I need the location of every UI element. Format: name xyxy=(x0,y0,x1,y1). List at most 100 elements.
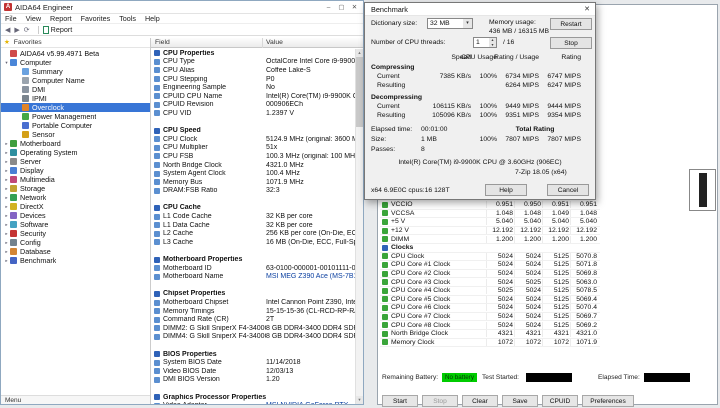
scrollbar-thumb[interactable] xyxy=(356,57,363,127)
sidebar-item-ipmi[interactable]: IPMI xyxy=(1,94,150,103)
sidebar-item-sensor[interactable]: Sensor xyxy=(1,130,150,139)
field-row[interactable]: Command Rate (CR) 2T xyxy=(151,315,355,324)
sidebar-item-multimedia[interactable]: ▸ Multimedia xyxy=(1,175,150,184)
field-row[interactable]: CPU Stepping P0 xyxy=(151,75,355,84)
expand-arrow-icon[interactable]: ▸ xyxy=(3,240,10,246)
menu-status-tab[interactable]: Menu xyxy=(1,395,150,404)
sidebar-item-dmi[interactable]: DMI xyxy=(1,85,150,94)
sidebar-item-summary[interactable]: Summary xyxy=(1,67,150,76)
sidebar-item-benchmark[interactable]: ▸ Benchmark xyxy=(1,256,150,265)
menu-file[interactable]: File xyxy=(5,14,17,24)
sidebar-item-devices[interactable]: ▸ Devices xyxy=(1,211,150,220)
field-row[interactable]: DIMM2: G Skill SniperX F4-3400C16-16...8… xyxy=(151,324,355,333)
field-row[interactable]: Motherboard Chipset Intel Cannon Point Z3… xyxy=(151,298,355,307)
forward-icon[interactable]: ▶ xyxy=(14,26,19,34)
preferences-button[interactable]: Preferences xyxy=(582,395,634,407)
expand-arrow-icon[interactable]: ▸ xyxy=(3,222,10,228)
sidebar-item-portable-computer[interactable]: Portable Computer xyxy=(1,121,150,130)
sidebar-item-config[interactable]: ▸ Config xyxy=(1,238,150,247)
sidebar-item-database[interactable]: ▸ Database xyxy=(1,247,150,256)
field-row[interactable]: CPUID Revision 000906ECh xyxy=(151,101,355,110)
dialog-titlebar[interactable]: Benchmark ✕ xyxy=(365,3,595,16)
section-header-row[interactable]: CPU Speed xyxy=(151,126,355,135)
menu-view[interactable]: View xyxy=(26,14,41,24)
start-button[interactable]: Start xyxy=(382,395,418,407)
minimize-button[interactable]: – xyxy=(322,2,335,13)
refresh-icon[interactable]: ⟳ xyxy=(24,26,30,34)
stepper-arrows[interactable]: ▲ ▼ xyxy=(489,38,496,47)
expand-arrow-icon[interactable]: ▸ xyxy=(3,231,10,237)
stop-button[interactable]: Stop xyxy=(422,395,458,407)
field-row[interactable]: L1 Code Cache 32 KB per core xyxy=(151,212,355,221)
expand-arrow-icon[interactable]: ▸ xyxy=(3,150,10,156)
sidebar-item-server[interactable]: ▸ Server xyxy=(1,157,150,166)
field-row[interactable]: DMI BIOS Version 1.20 xyxy=(151,376,355,385)
field-row[interactable]: CPU VID 1.2397 V xyxy=(151,109,355,118)
sidebar-item-display[interactable]: ▸ Display xyxy=(1,166,150,175)
sidebar-item-operating-system[interactable]: ▸ Operating System xyxy=(1,148,150,157)
sidebar-item-motherboard[interactable]: ▸ Motherboard xyxy=(1,139,150,148)
sidebar-item-aida64-v5-99-4971-beta[interactable]: AIDA64 v5.99.4971 Beta xyxy=(1,49,150,58)
field-row[interactable]: L2 Cache 256 KB per core (On-Die, ECC, Fu… xyxy=(151,229,355,238)
field-row[interactable]: CPUID CPU Name Intel(R) Core(TM) i9-9900K… xyxy=(151,92,355,101)
field-row[interactable]: DRAM:FSB Ratio 32:3 xyxy=(151,187,355,196)
close-button[interactable]: ✕ xyxy=(348,2,361,13)
field-row[interactable]: System BIOS Date 11/14/2018 xyxy=(151,358,355,367)
field-row[interactable]: CPU FSB 100.3 MHz (original: 100 MHz) xyxy=(151,152,355,161)
help-button[interactable]: Help xyxy=(485,184,527,196)
dialog-close-icon[interactable]: ✕ xyxy=(579,3,595,16)
sidebar-item-overclock[interactable]: Overclock xyxy=(1,103,150,112)
field-row[interactable]: Engineering Sample No xyxy=(151,83,355,92)
section-header-row[interactable]: Chipset Properties xyxy=(151,290,355,299)
menu-report[interactable]: Report xyxy=(50,14,72,24)
sidebar-item-software[interactable]: ▸ Software xyxy=(1,220,150,229)
combo-arrow-icon[interactable]: ▾ xyxy=(463,19,472,28)
scroll-down-icon[interactable]: ▼ xyxy=(356,396,363,404)
scroll-up-icon[interactable]: ▲ xyxy=(356,49,363,57)
section-header-row[interactable]: Motherboard Properties xyxy=(151,255,355,264)
menu-favorites[interactable]: Favorites xyxy=(81,14,111,24)
field-row[interactable]: CPU Type OctalCore Intel Core i9-9900K xyxy=(151,58,355,67)
field-row[interactable]: DIMM4: G Skill SniperX F4-3400C16-16...8… xyxy=(151,333,355,342)
field-column-header[interactable]: Field xyxy=(151,38,263,48)
field-row[interactable]: L1 Data Cache 32 KB per core xyxy=(151,221,355,230)
titlebar[interactable]: A AIDA64 Engineer – ▢ ✕ xyxy=(1,1,363,14)
stepper-down-icon[interactable]: ▼ xyxy=(489,43,496,48)
expand-arrow-icon[interactable]: ▸ xyxy=(3,213,10,219)
expand-arrow-icon[interactable]: ▸ xyxy=(3,258,10,264)
field-row[interactable]: L3 Cache 16 MB (On-Die, ECC, Full-Speed) xyxy=(151,238,355,247)
section-header-row[interactable]: CPU Properties xyxy=(151,49,355,58)
expand-arrow-icon[interactable]: ▸ xyxy=(3,141,10,147)
expand-arrow-icon[interactable]: ▾ xyxy=(3,60,10,66)
expand-arrow-icon[interactable]: ▸ xyxy=(3,159,10,165)
content-scrollbar[interactable]: ▲ ▼ xyxy=(355,49,363,404)
save-button[interactable]: Save xyxy=(502,395,538,407)
cpuid-button[interactable]: CPUID xyxy=(542,395,578,407)
sidebar-item-directx[interactable]: ▸ DirectX xyxy=(1,202,150,211)
field-row[interactable]: CPU Clock 5124.9 MHz (original: 3600 MHz,… xyxy=(151,135,355,144)
clear-button[interactable]: Clear xyxy=(462,395,498,407)
expand-arrow-icon[interactable]: ▸ xyxy=(3,204,10,210)
maximize-button[interactable]: ▢ xyxy=(335,2,348,13)
menu-help[interactable]: Help xyxy=(145,14,160,24)
section-header-row[interactable]: BIOS Properties xyxy=(151,350,355,359)
dictionary-size-select[interactable]: 32 MB ▾ xyxy=(427,18,473,29)
sidebar-item-computer[interactable]: ▾ Computer xyxy=(1,58,150,67)
field-row[interactable]: CPU Alias Coffee Lake-S xyxy=(151,66,355,75)
field-row[interactable]: CPU Multiplier 51x xyxy=(151,144,355,153)
field-row[interactable]: Motherboard ID 63-0100-000001-00101111-04… xyxy=(151,264,355,273)
expand-arrow-icon[interactable]: ▸ xyxy=(3,186,10,192)
sidebar-item-security[interactable]: ▸ Security xyxy=(1,229,150,238)
expand-arrow-icon[interactable]: ▸ xyxy=(3,249,10,255)
field-row[interactable]: Motherboard Name MSI MEG Z390 Ace (MS-7B1… xyxy=(151,272,355,281)
report-button[interactable]: Report xyxy=(42,25,72,34)
field-row[interactable]: Video AdapterMSI NVIDIA GeForce RTX... xyxy=(151,401,355,404)
menu-tools[interactable]: Tools xyxy=(119,14,136,24)
expand-arrow-icon[interactable]: ▸ xyxy=(3,168,10,174)
sidebar-item-computer-name[interactable]: Computer Name xyxy=(1,76,150,85)
favorites-tab[interactable]: ★ Favorites xyxy=(1,38,150,48)
back-icon[interactable]: ◀ xyxy=(5,26,10,34)
sidebar-item-storage[interactable]: ▸ Storage xyxy=(1,184,150,193)
sidebar-item-power-management[interactable]: Power Management xyxy=(1,112,150,121)
stop-benchmark-button[interactable]: Stop xyxy=(550,37,592,49)
